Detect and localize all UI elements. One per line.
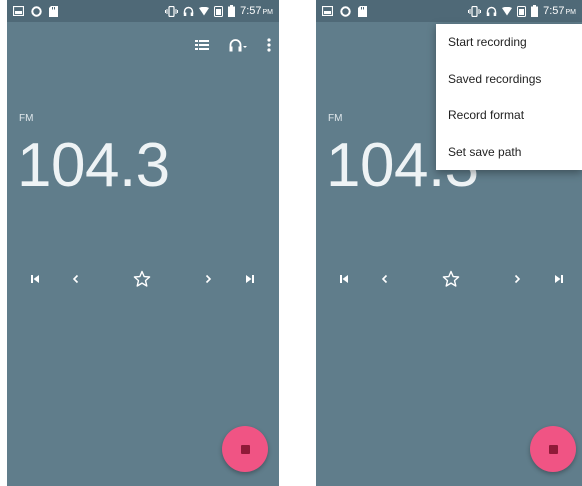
menu-item-saved-recordings[interactable]: Saved recordings — [436, 61, 582, 98]
vibrate-icon — [165, 5, 179, 17]
frequency-display: 104.3 — [17, 131, 170, 200]
clock-ampm: PM — [262, 9, 274, 16]
signal-icon — [517, 5, 527, 17]
clock: 7:57 PM — [543, 5, 576, 17]
star-outline-icon[interactable] — [440, 268, 462, 290]
wifi-icon — [502, 6, 513, 16]
chevron-right-icon[interactable] — [506, 268, 528, 290]
vibrate-icon — [468, 5, 482, 17]
action-bar — [195, 34, 271, 56]
headset-status-icon — [183, 6, 194, 17]
menu-item-record-format[interactable]: Record format — [436, 97, 582, 134]
clock: 7:57 PM — [240, 5, 273, 17]
headset-status-icon — [486, 6, 497, 17]
chevron-left-icon[interactable] — [374, 268, 396, 290]
skip-next-icon[interactable] — [239, 268, 261, 290]
list-icon[interactable] — [195, 39, 209, 51]
stop-button[interactable] — [530, 426, 576, 472]
circle-notification-icon — [31, 5, 42, 17]
stop-icon — [240, 444, 250, 454]
signal-icon — [214, 5, 224, 17]
sd-card-icon — [358, 5, 367, 17]
band-label: FM — [328, 113, 343, 124]
skip-previous-icon[interactable] — [333, 268, 355, 290]
clock-ampm: PM — [565, 9, 577, 16]
star-outline-icon[interactable] — [131, 268, 153, 290]
playback-controls — [7, 268, 279, 290]
chevron-left-icon[interactable] — [65, 268, 87, 290]
image-notification-icon — [322, 6, 333, 16]
skip-next-icon[interactable] — [548, 268, 570, 290]
playback-controls — [316, 268, 582, 290]
wifi-icon — [199, 6, 210, 16]
stop-button[interactable] — [222, 426, 268, 472]
status-bar: 7:57 PM — [316, 0, 582, 22]
overflow-menu: Start recording Saved recordings Record … — [436, 24, 582, 170]
battery-icon — [228, 5, 236, 17]
skip-previous-icon[interactable] — [24, 268, 46, 290]
sd-card-icon — [49, 5, 58, 17]
menu-item-set-save-path[interactable]: Set save path — [436, 134, 582, 171]
band-label: FM — [19, 113, 34, 124]
clock-time: 7:57 — [543, 5, 565, 17]
fm-radio-screen: 7:57 PM FM 104.3 — [7, 0, 279, 486]
battery-icon — [531, 5, 539, 17]
clock-time: 7:57 — [240, 5, 262, 17]
chevron-right-icon[interactable] — [197, 268, 219, 290]
overflow-menu-icon[interactable] — [267, 38, 271, 52]
circle-notification-icon — [340, 5, 351, 17]
fm-radio-screen-with-menu: 7:57 PM FM 104.3 Start recording Saved re… — [316, 0, 582, 486]
status-bar: 7:57 PM — [7, 0, 279, 22]
menu-item-start-recording[interactable]: Start recording — [436, 24, 582, 61]
image-notification-icon — [13, 6, 24, 16]
stop-icon — [548, 444, 558, 454]
headphones-icon[interactable] — [229, 38, 247, 52]
